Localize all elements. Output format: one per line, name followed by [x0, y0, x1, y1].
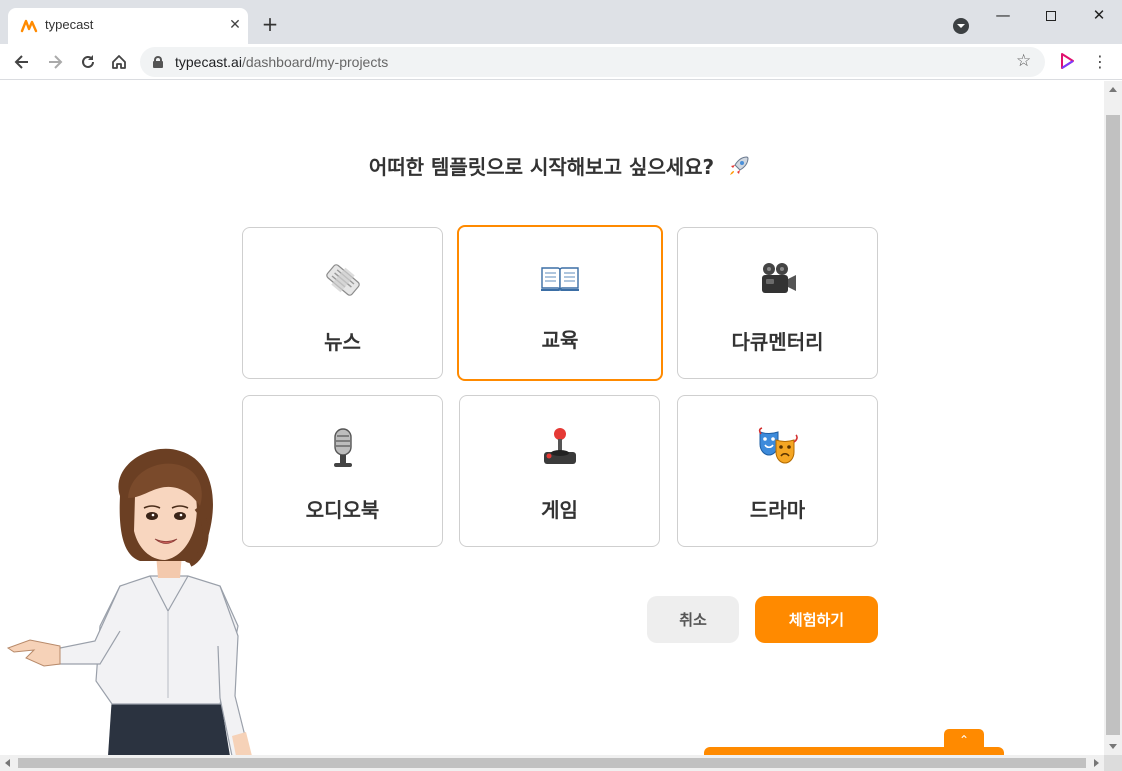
template-label: 드라마: [749, 498, 806, 522]
movie-camera-icon: [678, 258, 877, 302]
template-card-news[interactable]: 뉴스: [242, 227, 443, 379]
page-title: 어떠한 템플릿으로 시작해보고 싶으세요?: [0, 151, 1104, 180]
vertical-scrollbar[interactable]: [1104, 81, 1122, 755]
maximize-icon: [1046, 10, 1056, 21]
window-minimize-button[interactable]: —: [980, 4, 1026, 28]
template-label: 오디오북: [305, 498, 380, 522]
browser-menu-icon[interactable]: ⋮: [1090, 50, 1110, 74]
bookmark-star-icon[interactable]: ☆: [1016, 51, 1031, 71]
tab-search-icon[interactable]: [953, 18, 969, 34]
browser-tab-strip: typecast ✕ + — ✕: [0, 0, 1122, 44]
template-card-drama[interactable]: 드라마: [677, 395, 878, 547]
scroll-up-tab-button[interactable]: ⌃: [944, 729, 984, 751]
extension-play-icon[interactable]: [1058, 52, 1076, 70]
template-label: 다큐멘터리: [731, 330, 824, 354]
template-card-game[interactable]: 게임: [459, 395, 660, 547]
window-maximize-button[interactable]: [1028, 4, 1074, 28]
horizontal-scrollbar[interactable]: [0, 755, 1104, 771]
url-domain: typecast.ai: [175, 54, 242, 70]
new-tab-button[interactable]: +: [260, 14, 280, 34]
window-close-button[interactable]: ✕: [1076, 4, 1122, 28]
open-book-icon: [459, 256, 661, 300]
forward-arrow-icon[interactable]: [43, 50, 67, 74]
scroll-down-arrow-icon[interactable]: [1109, 744, 1117, 749]
template-card-documentary[interactable]: 다큐멘터리: [677, 227, 878, 379]
scroll-right-arrow-icon[interactable]: [1094, 759, 1099, 767]
template-label: 교육: [541, 328, 579, 352]
browser-toolbar: typecast.ai/dashboard/my-projects ☆ ⋮: [0, 44, 1122, 80]
vertical-scroll-thumb[interactable]: [1106, 115, 1120, 735]
cancel-button[interactable]: 취소: [647, 596, 739, 643]
reload-icon[interactable]: [76, 50, 100, 74]
tab-close-icon[interactable]: ✕: [226, 16, 244, 34]
horizontal-scroll-thumb[interactable]: [18, 758, 1086, 768]
newspaper-icon: [243, 258, 442, 302]
try-button[interactable]: 체험하기: [755, 596, 878, 643]
template-label: 게임: [541, 498, 578, 522]
template-picker-page: 어떠한 템플릿으로 시작해보고 싶으세요? 뉴스 교육 다큐멘터리 오디오북 게…: [0, 81, 1104, 755]
theater-masks-icon: [678, 426, 877, 470]
lock-icon: [153, 56, 163, 68]
scroll-up-arrow-icon[interactable]: [1109, 87, 1117, 92]
microphone-icon: [243, 426, 442, 470]
address-bar[interactable]: typecast.ai/dashboard/my-projects ☆: [140, 47, 1045, 77]
scrollbar-corner: [1104, 755, 1122, 771]
scroll-left-arrow-icon[interactable]: [5, 759, 10, 767]
template-card-audiobook[interactable]: 오디오북: [242, 395, 443, 547]
joystick-icon: [460, 426, 659, 470]
guide-character-illustration: [6, 448, 252, 755]
typecast-logo-icon: [20, 19, 38, 33]
template-label: 뉴스: [324, 330, 361, 354]
rocket-icon: [730, 156, 749, 175]
browser-tab[interactable]: typecast ✕: [8, 8, 248, 44]
home-icon[interactable]: [107, 50, 131, 74]
tab-title: typecast: [45, 17, 94, 32]
url-text: typecast.ai/dashboard/my-projects: [175, 54, 388, 70]
url-path: /dashboard/my-projects: [241, 54, 389, 70]
template-card-education[interactable]: 교육: [457, 225, 663, 381]
back-arrow-icon[interactable]: [10, 50, 34, 74]
page-title-text: 어떠한 템플릿으로 시작해보고 싶으세요?: [368, 155, 715, 179]
